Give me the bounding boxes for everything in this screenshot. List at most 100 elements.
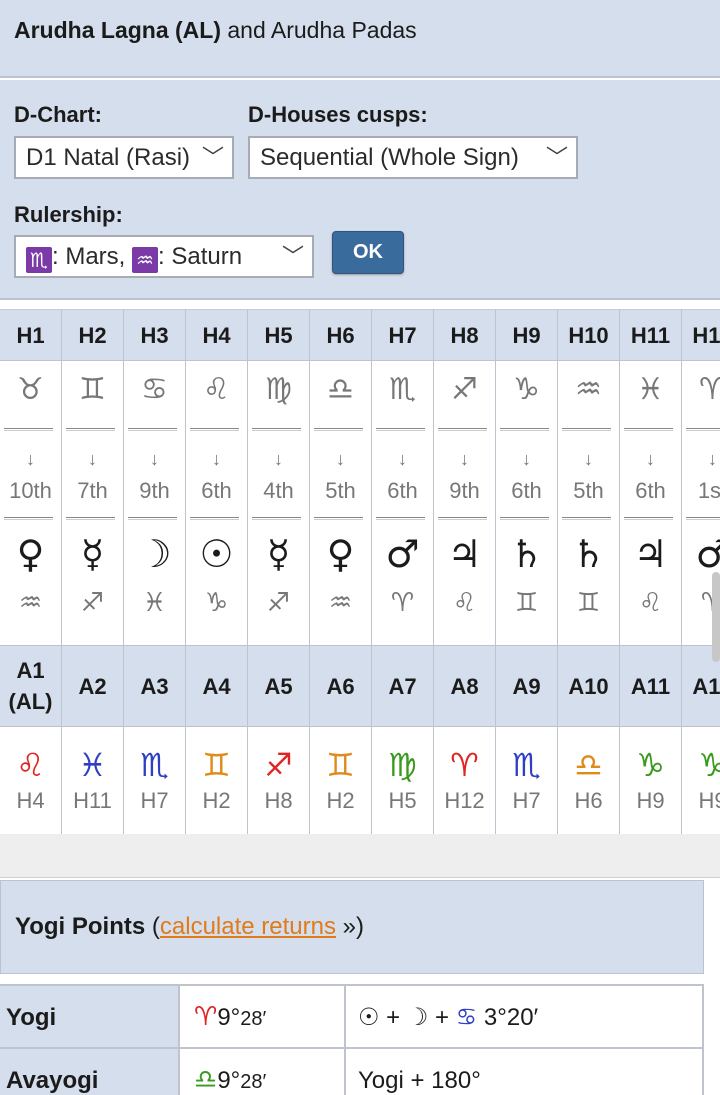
house-sign-icon: ♓ (637, 372, 664, 407)
arudha-header-label: A8 (450, 673, 479, 699)
yogi-calculation: Yogi + 180° (346, 1049, 704, 1095)
rulership-select[interactable]: ♏: Mars, ♒: Saturn ﹀ (14, 235, 314, 278)
house-header: H1 (0, 310, 61, 361)
planet-sign-icon: ♐ (266, 588, 291, 618)
yogi-points-title: Yogi Points (calculate returns ») (15, 913, 364, 940)
house-header: H8 (434, 310, 495, 361)
yogi-name: Yogi (0, 986, 180, 1047)
arrow-down-icon: ↓ (584, 449, 593, 469)
arudha-header-label: A9 (512, 673, 541, 699)
house-header: H10 (558, 310, 619, 361)
aquarius-icon: ♒ (132, 247, 159, 273)
lord-house-text: 5th (325, 478, 356, 503)
rulership-text-2: : Saturn (158, 243, 243, 270)
houses-select[interactable]: Sequential (Whole Sign) ﹀ (248, 136, 578, 179)
arudha-padas-table[interactable]: H1 ♉ ↓ 10th ♀ ♒ A1 (AL) ♌ H4 H2 ♊ ↓ 7th ☿ ♐ A2 ♓ H11 H3 ♋ ↓ 9… (0, 310, 720, 834)
house-sign-icon: ♌ (203, 372, 230, 407)
arrow-down-icon: ↓ (460, 449, 469, 469)
house-header: H5 (248, 310, 309, 361)
separator-line (4, 428, 53, 431)
separator-line (624, 517, 673, 520)
lord-planet-icon: ♄ (509, 532, 544, 576)
arrow-down-icon: ↓ (336, 449, 345, 469)
planet-sign-icon: ♊ (514, 588, 539, 618)
house-sign-icon: ♍ (265, 372, 292, 407)
house-column: H2 ♊ ↓ 7th ☿ ♐ A2 ♓ H11 (62, 310, 124, 834)
arudha-house-text: H9 (698, 788, 720, 813)
arudha-house-text: H2 (202, 788, 231, 813)
ok-button[interactable]: OK (332, 231, 404, 274)
arrow-down-icon: ↓ (646, 449, 655, 469)
arudha-header: A2 (62, 645, 123, 727)
arudha-header-label: A12 (692, 673, 720, 699)
arudha-sign-icon: ♎ (574, 746, 603, 784)
house-header: H12 (682, 310, 720, 361)
separator-line (376, 517, 425, 520)
minute-text: 28′ (240, 1008, 267, 1030)
calculate-returns-link[interactable]: calculate returns (160, 913, 336, 940)
rulership-text-1: : Mars, (52, 243, 133, 270)
arudha-header-label: A6 (326, 673, 355, 699)
separator-line (252, 428, 301, 431)
house-column: H9 ♑ ↓ 6th ♄ ♊ A9 ♏ H7 (496, 310, 558, 834)
dchart-select-value: D1 Natal (Rasi) (26, 144, 191, 171)
separator-line (438, 428, 487, 431)
arudha-sign-icon: ♏ (512, 746, 541, 784)
arudha-house-text: H5 (388, 788, 417, 813)
house-header: H7 (372, 310, 433, 361)
sun-icon: ☉ (358, 1003, 380, 1031)
yogi-points-header: Yogi Points (calculate returns ») (0, 880, 704, 974)
planet-sign-icon: ♑ (204, 588, 229, 618)
separator-line (438, 517, 487, 520)
arudha-sign-icon: ♏ (140, 746, 169, 784)
dchart-select[interactable]: D1 Natal (Rasi) ﹀ (14, 136, 234, 179)
yogi-position: ♎9°28′ (180, 1049, 346, 1095)
lord-planet-icon: ♃ (633, 532, 668, 576)
arudha-header-label: A2 (78, 673, 107, 699)
arudha-header-label: A7 (388, 673, 417, 699)
arudha-house-text: H9 (636, 788, 665, 813)
lord-house-text: 6th (387, 478, 418, 503)
scorpio-icon: ♏ (26, 247, 52, 273)
houses-select-value: Sequential (Whole Sign) (260, 144, 519, 171)
house-header: H9 (496, 310, 557, 361)
arudha-header-label: A10 (568, 673, 609, 699)
rulership-label: Rulership: (14, 202, 123, 227)
arudha-house-text: H6 (574, 788, 603, 813)
arrow-down-icon: ↓ (274, 449, 283, 469)
arudha-house-text: H11 (73, 788, 112, 813)
chevron-down-icon: ﹀ (545, 145, 568, 170)
house-column: H10 ♒ ↓ 5th ♄ ♊ A10 ♎ H6 (558, 310, 620, 834)
house-sign-icon: ♒ (575, 372, 602, 407)
planet-sign-icon: ♒ (328, 588, 353, 618)
arudha-house-text: H7 (140, 788, 169, 813)
planet-sign-icon: ♌ (638, 588, 663, 618)
house-sign-icon: ♐ (451, 372, 478, 407)
separator-line (562, 517, 611, 520)
house-column: H8 ♐ ↓ 9th ♃ ♌ A8 ♈ H12 (434, 310, 496, 834)
separator-line (686, 428, 720, 431)
chevron-down-icon: ﹀ (201, 145, 224, 170)
arudha-header: A5 (248, 645, 309, 727)
yogi-name: Avayogi (0, 1049, 180, 1095)
vertical-scrollbar-thumb[interactable] (712, 572, 720, 662)
separator-line (128, 517, 177, 520)
house-sign-icon: ♉ (17, 372, 44, 407)
horizontal-scrollbar[interactable] (0, 834, 720, 878)
separator-line (190, 517, 239, 520)
arudha-sign-icon: ♍ (388, 746, 417, 784)
arrow-down-icon: ↓ (88, 449, 97, 469)
zodiac-sign-icon: ♎ (194, 1065, 218, 1095)
lord-planet-icon: ☉ (199, 532, 234, 576)
lord-planet-icon: ♂ (385, 532, 420, 576)
arudha-header-label: A3 (140, 673, 169, 699)
planet-sign-icon: ♈ (390, 588, 415, 618)
arudha-sign-icon: ♓ (78, 746, 107, 784)
calc-text: Yogi + 180° (358, 1067, 481, 1094)
arudha-sign-icon: ♑ (698, 746, 720, 784)
section-header-arudha: Arudha Lagna (AL) and Arudha Padas (0, 0, 720, 78)
planet-sign-icon: ♓ (142, 588, 167, 618)
arudha-sign-icon: ♑ (636, 746, 665, 784)
house-column: H4 ♌ ↓ 6th ☉ ♑ A4 ♊ H2 (186, 310, 248, 834)
degree-text: 9° (217, 1067, 241, 1094)
